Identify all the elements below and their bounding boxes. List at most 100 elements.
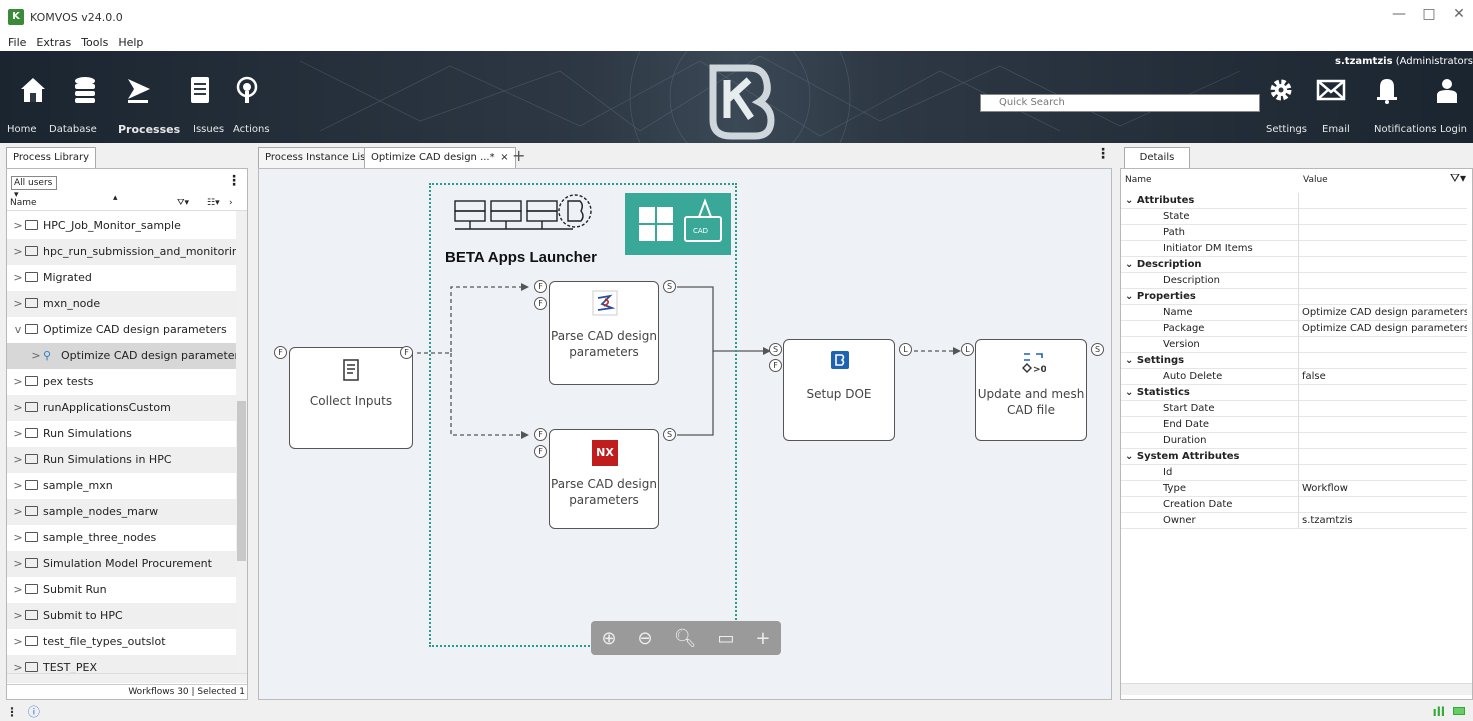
chevron-down-icon[interactable]: v	[11, 317, 25, 343]
details-group-row[interactable]: ⌄ Attributes	[1121, 193, 1467, 209]
port-s-out[interactable]: S	[1091, 343, 1104, 356]
maximize-button[interactable]: □	[1414, 6, 1444, 22]
list-item[interactable]: > runApplicationsCustom	[7, 395, 236, 421]
chevron-down-icon[interactable]: ⌄	[1125, 291, 1137, 302]
add-node-icon[interactable]: +	[755, 628, 770, 649]
list-item[interactable]: > Simulation Model Procurement	[7, 551, 236, 577]
tab-optimize-cad[interactable]: Optimize CAD design ...* ×	[364, 147, 516, 168]
port-f-in[interactable]: F	[769, 359, 782, 372]
chevron-right-icon[interactable]: >	[11, 473, 25, 499]
details-group-row[interactable]: ⌄ Settings	[1121, 353, 1467, 369]
port-l-out[interactable]: L	[899, 343, 912, 356]
port-f-out[interactable]: F	[400, 346, 413, 359]
chevron-right-icon[interactable]: >	[11, 577, 25, 603]
chevron-right-icon[interactable]: >	[11, 369, 25, 395]
zoom-fit-icon[interactable]: 🔍︎	[674, 628, 697, 649]
port-f-in[interactable]: F	[534, 428, 547, 441]
notifications-button[interactable]	[1372, 75, 1402, 105]
details-group-row[interactable]: ⌄ System Attributes	[1121, 449, 1467, 465]
zoom-out-icon[interactable]: ⊖	[638, 628, 653, 649]
tab-details[interactable]: Details	[1124, 147, 1190, 168]
list-item[interactable]: > Run Simulations	[7, 421, 236, 447]
expand-icon[interactable]: ›	[229, 195, 233, 211]
menu-help[interactable]: Help	[118, 36, 143, 49]
chevron-down-icon[interactable]: ⌄	[1125, 355, 1137, 366]
chevron-right-icon[interactable]: >	[11, 421, 25, 447]
save-icon[interactable]: ▭	[717, 628, 734, 649]
menu-file[interactable]: File	[8, 36, 26, 49]
chevron-down-icon[interactable]: ⌄	[1125, 451, 1137, 462]
chevron-right-icon[interactable]: >	[11, 447, 25, 473]
actions-button[interactable]	[232, 75, 262, 105]
chevron-down-icon[interactable]: ⌄	[1125, 387, 1137, 398]
details-group-row[interactable]: ⌄ Properties	[1121, 289, 1467, 305]
port-s-out[interactable]: S	[663, 428, 676, 441]
quick-search-input[interactable]: Quick Search	[980, 94, 1260, 112]
tab-process-instance-list[interactable]: Process Instance List	[258, 147, 377, 168]
chevron-right-icon[interactable]: >	[29, 343, 43, 369]
user-filter-dropdown[interactable]: All users ▾	[11, 176, 57, 200]
statusbar-menu-icon[interactable]: ⋮	[6, 705, 18, 719]
chevron-right-icon[interactable]: >	[11, 551, 25, 577]
port-f-in[interactable]: F	[534, 297, 547, 310]
node-parse-cad-2[interactable]: NX Parse CAD design parameters	[549, 429, 659, 529]
vertical-scrollbar[interactable]	[236, 211, 247, 679]
list-item[interactable]: > pex tests	[7, 369, 236, 395]
home-button[interactable]	[18, 75, 48, 105]
menu-extras[interactable]: Extras	[36, 36, 71, 49]
chevron-down-icon[interactable]: ⌄	[1125, 259, 1137, 270]
close-button[interactable]: ✕	[1444, 6, 1473, 22]
details-group-row[interactable]: ⌄ Statistics	[1121, 385, 1467, 401]
port-f-in[interactable]: F	[274, 346, 287, 359]
port-f-in[interactable]: F	[534, 280, 547, 293]
list-item[interactable]: > Submit Run	[7, 577, 236, 603]
port-f-in[interactable]: F	[534, 445, 547, 458]
list-item[interactable]: > sample_mxn	[7, 473, 236, 499]
settings-button[interactable]	[1266, 75, 1296, 105]
email-button[interactable]	[1316, 75, 1346, 105]
close-tab-icon[interactable]: ×	[500, 148, 508, 168]
port-s-out[interactable]: S	[663, 280, 676, 293]
more-options-icon[interactable]: ⋮	[227, 173, 241, 189]
editor-menu-icon[interactable]: ⋮	[1096, 146, 1110, 162]
node-parse-cad-1[interactable]: Parse CAD design parameters	[549, 281, 659, 385]
workflow-canvas[interactable]: BETA Apps Launcher CAD Collect Inputs F …	[258, 168, 1112, 700]
list-item[interactable]: > Migrated	[7, 265, 236, 291]
list-item[interactable]: > ⚲ Optimize CAD design parameters	[7, 343, 236, 369]
tab-process-library[interactable]: Process Library	[6, 147, 97, 168]
list-item[interactable]: > HPC_Job_Monitor_sample	[7, 213, 236, 239]
list-item[interactable]: > Run Simulations in HPC	[7, 447, 236, 473]
list-item[interactable]: > test_file_types_outslot	[7, 629, 236, 655]
menu-tools[interactable]: Tools	[81, 36, 108, 49]
list-item[interactable]: > mxn_node	[7, 291, 236, 317]
node-collect-inputs[interactable]: Collect Inputs	[289, 347, 413, 449]
chevron-right-icon[interactable]: >	[11, 395, 25, 421]
processes-button[interactable]	[124, 75, 154, 105]
chevron-right-icon[interactable]: >	[11, 525, 25, 551]
add-tab-button[interactable]: +	[512, 146, 525, 165]
list-item[interactable]: > sample_nodes_marw	[7, 499, 236, 525]
issues-button[interactable]	[185, 75, 215, 105]
node-update-mesh[interactable]: >0 Update and mesh CAD file	[975, 339, 1087, 441]
list-item[interactable]: > sample_three_nodes	[7, 525, 236, 551]
details-group-row[interactable]: ⌄ Description	[1121, 257, 1467, 273]
scroll-thumb[interactable]	[237, 401, 246, 561]
details-filter-icon[interactable]: ⛛▾	[1450, 171, 1466, 186]
chevron-right-icon[interactable]: >	[11, 291, 25, 317]
zoom-in-icon[interactable]: ⊕	[601, 628, 616, 649]
node-setup-doe[interactable]: Setup DOE	[783, 339, 895, 441]
list-item[interactable]: > hpc_run_submission_and_monitoring	[7, 239, 236, 265]
port-l-in[interactable]: L	[961, 343, 974, 356]
chevron-down-icon[interactable]: ⌄	[1125, 195, 1137, 206]
chevron-right-icon[interactable]: >	[11, 239, 25, 265]
list-item[interactable]: v Optimize CAD design parameters	[7, 317, 236, 343]
minimize-button[interactable]: —	[1384, 6, 1414, 22]
details-hscrollbar[interactable]	[1121, 683, 1472, 695]
info-icon[interactable]: ⓘ	[28, 705, 40, 719]
list-item[interactable]: > Submit to HPC	[7, 603, 236, 629]
chevron-right-icon[interactable]: >	[11, 499, 25, 525]
filter-icon[interactable]: ⛛▾	[177, 195, 189, 211]
beta-apps-launcher-group[interactable]: BETA Apps Launcher CAD	[429, 183, 737, 647]
horizontal-scrollbar[interactable]	[7, 673, 247, 683]
chevron-right-icon[interactable]: >	[11, 603, 25, 629]
